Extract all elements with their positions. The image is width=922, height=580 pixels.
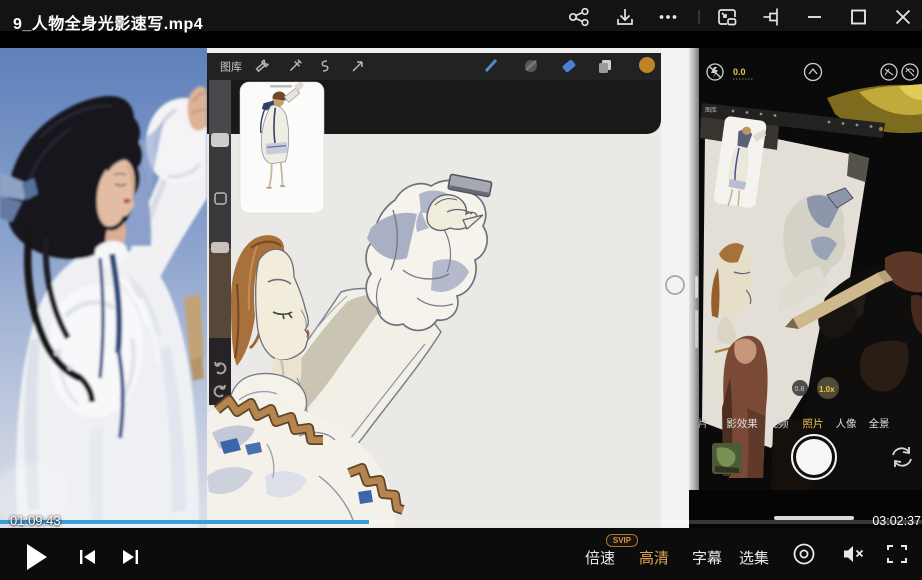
svg-text:0.0: 0.0 (733, 67, 746, 77)
svg-text:图库: 图库 (705, 106, 717, 114)
svg-text:照片: 照片 (803, 417, 824, 430)
svg-text:0.8: 0.8 (795, 386, 805, 393)
svg-text:图库: 图库 (220, 61, 242, 74)
svg-text:视频: 视频 (768, 417, 789, 430)
svg-text:全景: 全景 (869, 417, 890, 430)
svg-text:1.0x: 1.0x (819, 385, 835, 394)
svg-text:影效果: 影效果 (726, 417, 758, 430)
svg-text:人像: 人像 (836, 418, 857, 430)
svg-text:片: 片 (698, 417, 709, 430)
